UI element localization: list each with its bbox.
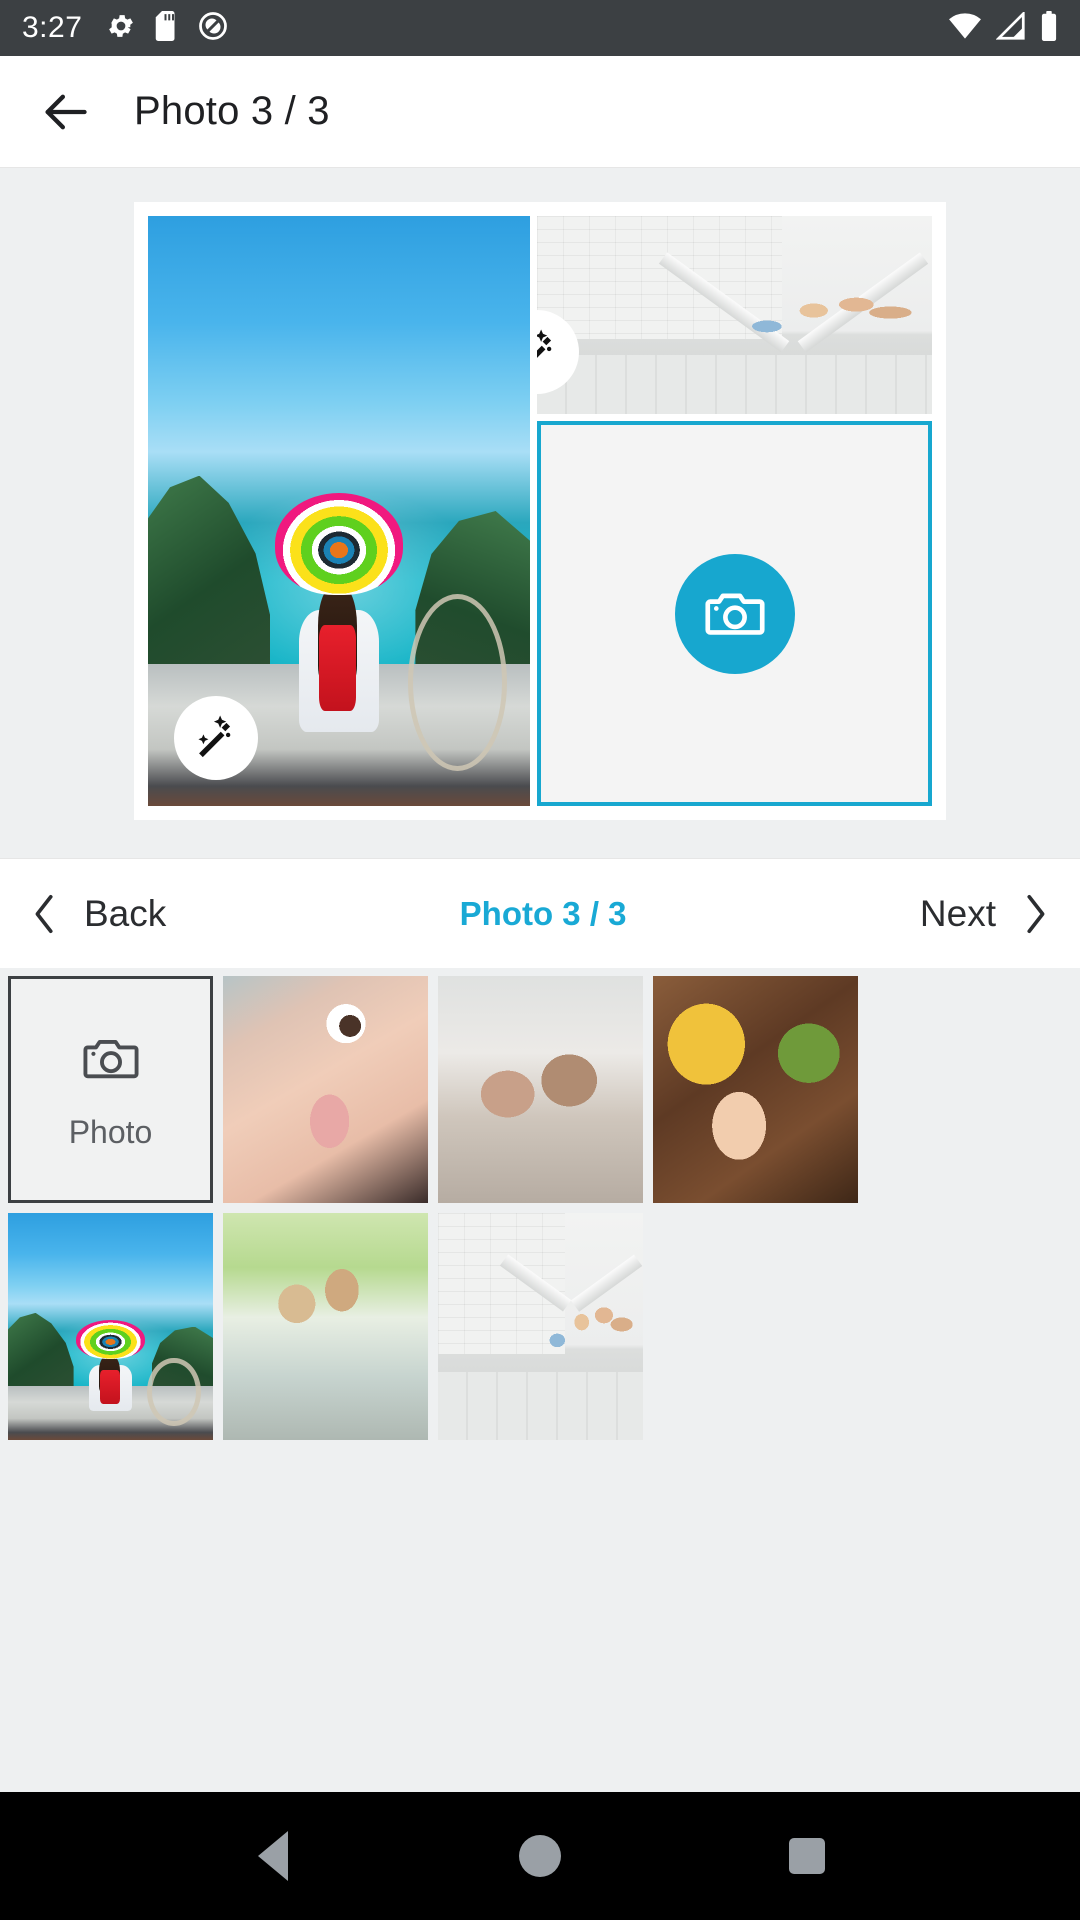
- magic-wand-icon: [198, 715, 231, 758]
- pager-next-button[interactable]: Next: [920, 891, 1052, 937]
- page-title: Photo 3 / 3: [134, 89, 330, 133]
- collage-column-left: [148, 216, 530, 806]
- thumbnail-image: [438, 976, 643, 1203]
- gallery-add-photo-label: Photo: [68, 1114, 153, 1150]
- cellular-signal-icon: [995, 9, 1026, 45]
- collage-cell-left[interactable]: [148, 216, 530, 806]
- thumbnail-image: [8, 1213, 213, 1440]
- collage-card: [134, 202, 946, 820]
- magic-wand-button-left[interactable]: [174, 696, 258, 780]
- back-button[interactable]: [34, 81, 96, 143]
- collage-cell-top-right[interactable]: [537, 216, 932, 414]
- thumbnail-image: [438, 1213, 643, 1440]
- android-home-button[interactable]: [500, 1816, 580, 1896]
- gallery-thumbnail-girl-rainbow-hat-boat-beach[interactable]: [8, 1213, 213, 1440]
- status-bar-notification-icons: [106, 10, 228, 46]
- pager-back-label: Back: [84, 892, 167, 934]
- photo-family-under-paper-roof: [537, 216, 932, 414]
- camera-icon: [704, 593, 765, 635]
- back-triangle-icon: [258, 1831, 289, 1881]
- chevron-left-icon: [35, 894, 53, 933]
- battery-icon: [1040, 10, 1058, 46]
- status-bar: 3:27: [0, 0, 1080, 56]
- gallery-thumbnail-family-selfie-outdoors[interactable]: [223, 1213, 428, 1440]
- home-circle-icon: [518, 1835, 561, 1877]
- phone-screen: 3:27 Photo 3 / 3 Back Photo 3 / 3 Next P…: [0, 0, 1080, 1920]
- recents-square-icon: [788, 1838, 825, 1874]
- gallery-thumbnail-family-under-paper-roof[interactable]: [438, 1213, 643, 1440]
- gallery-add-photo-tile[interactable]: Photo: [8, 976, 213, 1203]
- do-not-disturb-icon: [198, 11, 228, 46]
- gallery-thumbnail-hands-together-outdoors[interactable]: [653, 976, 858, 1203]
- android-back-button[interactable]: [233, 1816, 313, 1896]
- add-photo-button[interactable]: [674, 553, 795, 674]
- pager-counter: Photo 3 / 3: [459, 894, 627, 932]
- collage-column-right: [537, 216, 932, 806]
- wifi-icon: [948, 12, 982, 45]
- arrow-left-icon: [45, 94, 87, 129]
- sd-card-icon: [154, 10, 180, 46]
- collage-canvas-area: [0, 168, 1080, 858]
- magic-wand-icon: [537, 329, 552, 358]
- chevron-right-icon: [1027, 894, 1045, 933]
- gear-icon: [106, 11, 136, 46]
- pager-next-label: Next: [919, 892, 996, 934]
- thumbnail-image: [223, 976, 428, 1203]
- camera-icon: [82, 1040, 139, 1079]
- app-bar: Photo 3 / 3: [0, 56, 1080, 168]
- android-navigation-bar: [0, 1792, 1080, 1920]
- gallery-thumbnail-father-and-child-on-bed[interactable]: [438, 976, 643, 1203]
- thumbnail-image: [653, 976, 858, 1203]
- photo-gallery-grid: Photo: [0, 968, 1080, 1792]
- status-bar-clock: 3:27: [22, 11, 83, 44]
- photo-pager: Back Photo 3 / 3 Next: [0, 858, 1080, 968]
- gallery-thumbnail-child-smiling-closeup[interactable]: [223, 976, 428, 1203]
- thumbnail-image: [223, 1213, 428, 1440]
- pager-back-button[interactable]: Back: [28, 891, 166, 937]
- status-bar-system-icons: [948, 9, 1058, 46]
- collage-cell-bottom-right-empty[interactable]: [537, 421, 932, 806]
- android-recents-button[interactable]: [767, 1816, 847, 1896]
